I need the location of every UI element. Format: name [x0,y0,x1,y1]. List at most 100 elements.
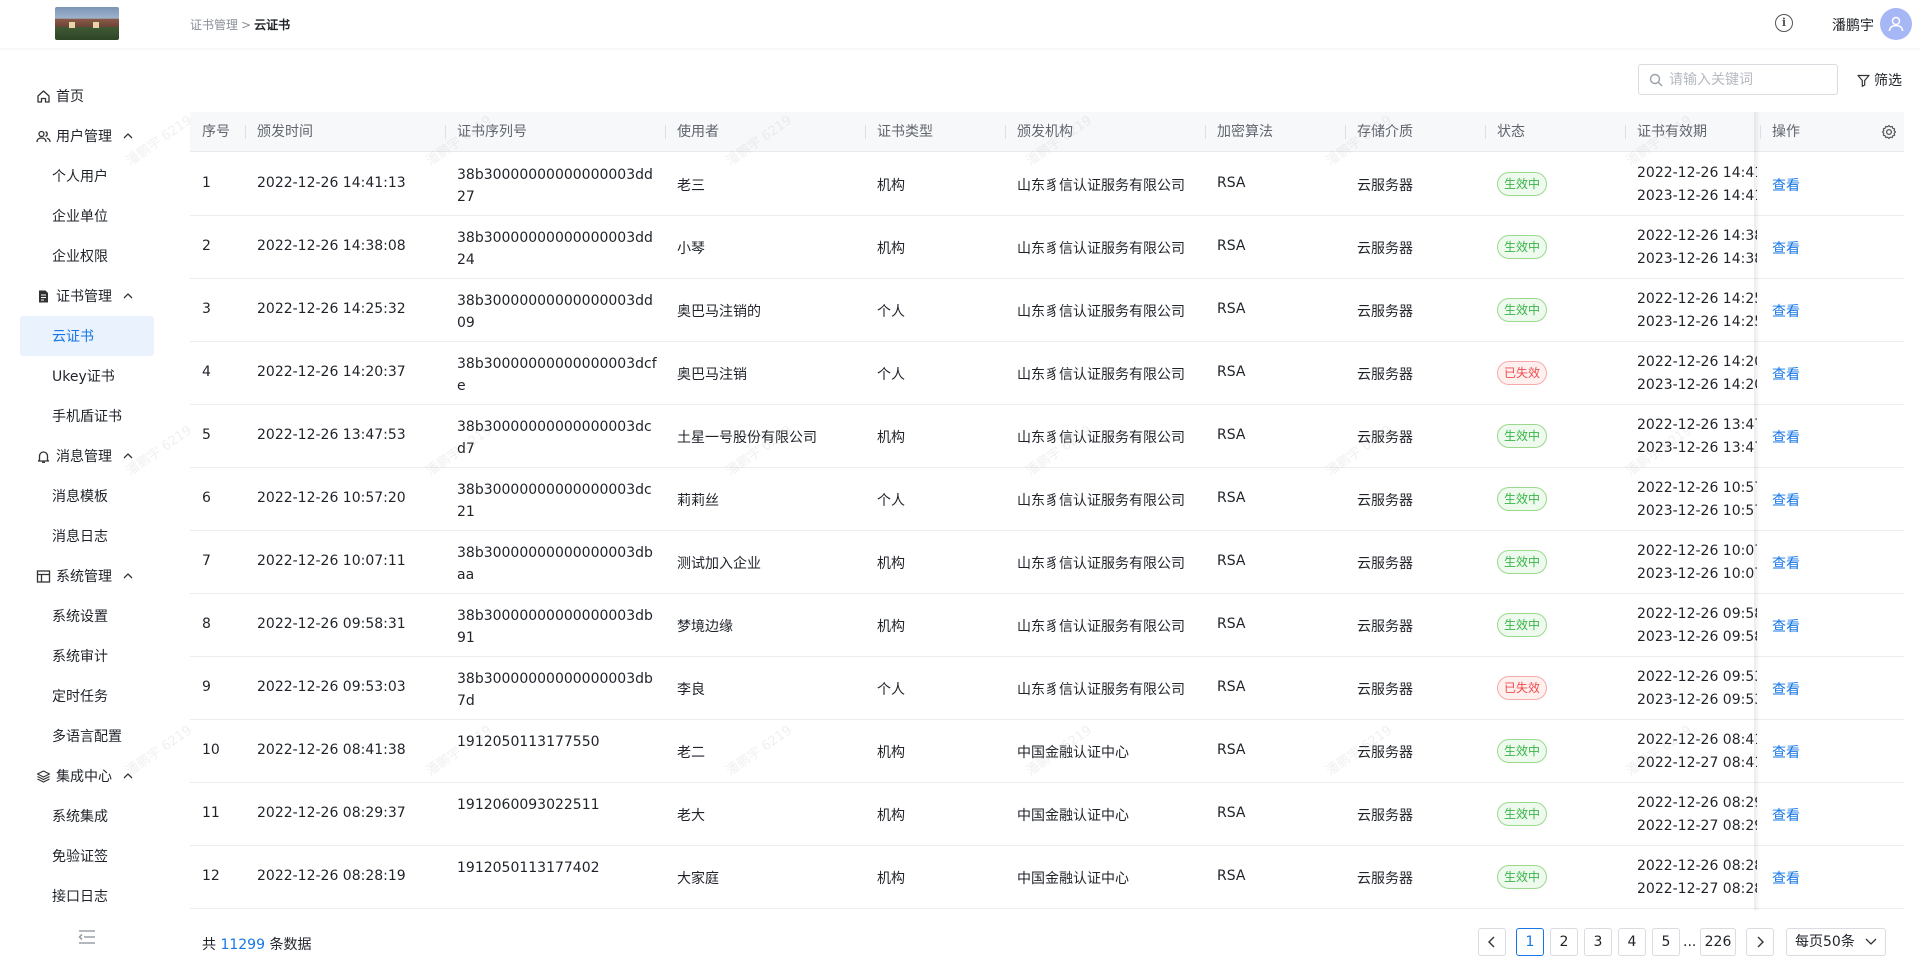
row-number: 5 [202,427,211,443]
filter-button[interactable]: 筛选 [1857,70,1902,90]
page-button-3[interactable]: 3 [1584,928,1612,956]
issuer: 山东豸信认证服务有限公司 [1017,493,1185,509]
sidebar-item-3[interactable]: 企业单位 [20,196,154,236]
sidebar-item-20[interactable]: 接口日志 [20,876,154,916]
view-link[interactable]: 查看 [1772,364,1800,384]
view-link[interactable]: 查看 [1772,553,1800,573]
sidebar-item-7[interactable]: Ukey证书 [20,356,154,396]
sidebar-item-18[interactable]: 系统集成 [20,796,154,836]
sidebar-item-label: 定时任务 [52,689,108,705]
next-page-button[interactable] [1746,928,1774,956]
chevron-left-icon [1488,936,1495,948]
page-button-4[interactable]: 4 [1618,928,1646,956]
info-icon[interactable]: i [1775,14,1793,32]
view-link[interactable]: 查看 [1772,238,1800,258]
validity-period: 2022-12-26 10:57 2023-12-26 10:57 [1637,477,1757,523]
sidebar-item-5[interactable]: 证书管理 [20,276,154,316]
sidebar-item-8[interactable]: 手机盾证书 [20,396,154,436]
chevron-up-icon[interactable] [122,290,134,302]
algorithm: RSA [1217,238,1246,254]
cert-type: 机构 [877,808,905,824]
status-badge: 生效中 [1497,865,1548,889]
view-link[interactable]: 查看 [1772,742,1800,762]
issuer: 山东豸信认证服务有限公司 [1017,556,1185,572]
page-button-2[interactable]: 2 [1550,928,1578,956]
serial-number: 1912050113177402 [457,860,600,876]
chevron-up-icon[interactable] [122,770,134,782]
page-size-select[interactable]: 每页50条 [1786,928,1886,956]
view-link[interactable]: 查看 [1772,175,1800,195]
valid-from: 2022-12-26 09:53 [1637,669,1757,685]
view-link[interactable]: 查看 [1772,868,1800,888]
sidebar-item-15[interactable]: 定时任务 [20,676,154,716]
valid-to: 2023-12-26 14:41 [1637,188,1757,204]
valid-to: 2023-12-26 14:25 [1637,314,1757,330]
view-link[interactable]: 查看 [1772,427,1800,447]
sidebar-item-16[interactable]: 多语言配置 [20,716,154,756]
serial-number: 1912050113177550 [457,734,600,750]
prev-page-button[interactable] [1478,928,1506,956]
serial-number: 38b30000000000000003dbaa [457,545,653,583]
valid-from: 2022-12-26 13:47 [1637,417,1757,433]
issuer: 中国金融认证中心 [1017,808,1129,824]
cert-user: 老二 [677,745,705,761]
valid-to: 2023-12-26 14:38 [1637,251,1757,267]
users-icon [36,129,51,144]
user-name[interactable]: 潘鹏宇 [1832,15,1874,35]
row-number: 4 [202,364,211,380]
row-number: 9 [202,679,211,695]
sidebar-item-19[interactable]: 免验证签 [20,836,154,876]
sidebar-item-12[interactable]: 系统管理 [20,556,154,596]
sidebar-item-label: 企业单位 [52,209,108,225]
table-row: 9 2022-12-26 09:53:03 38b30000000000000003… [190,657,1904,720]
view-link[interactable]: 查看 [1772,616,1800,636]
status-badge: 生效中 [1497,613,1548,637]
chevron-down-icon [1865,938,1877,945]
sidebar-item-17[interactable]: 集成中心 [20,756,154,796]
page-button-5[interactable]: 5 [1652,928,1680,956]
view-link[interactable]: 查看 [1772,490,1800,510]
valid-to: 2023-12-26 10:57 [1637,503,1757,519]
sidebar-item-2[interactable]: 个人用户 [20,156,154,196]
sidebar-item-0[interactable]: 首页 [20,76,154,116]
storage-medium: 云服务器 [1357,745,1413,761]
total-prefix: 共 [202,937,216,953]
validity-period: 2022-12-26 08:29 2022-12-27 08:29 [1637,792,1757,838]
sidebar-item-10[interactable]: 消息模板 [20,476,154,516]
cert-user: 小琴 [677,241,705,257]
storage-medium: 云服务器 [1357,871,1413,887]
collapse-sidebar-icon[interactable] [77,928,97,946]
avatar[interactable] [1880,8,1912,40]
serial-number: 38b30000000000000003dc21 [457,482,652,520]
column-header-7: 存储介质 [1345,112,1413,152]
view-link[interactable]: 查看 [1772,805,1800,825]
sidebar-item-11[interactable]: 消息日志 [20,516,154,556]
chevron-up-icon[interactable] [122,130,134,142]
search-input[interactable] [1669,71,1829,89]
logo[interactable] [55,7,119,40]
issue-time: 2022-12-26 14:20:37 [257,364,406,380]
sidebar-item-9[interactable]: 消息管理 [20,436,154,476]
gear-icon[interactable] [1881,124,1897,144]
search-box[interactable] [1638,64,1838,95]
sidebar-item-13[interactable]: 系统设置 [20,596,154,636]
breadcrumb: 证书管理 > 云证书 [190,16,290,33]
status-badge: 生效中 [1497,235,1548,259]
sidebar-item-6[interactable]: 云证书 [20,316,154,356]
chevron-up-icon[interactable] [122,450,134,462]
sidebar-item-4[interactable]: 企业权限 [20,236,154,276]
page-button-1[interactable]: 1 [1516,928,1544,956]
row-number: 2 [202,238,211,254]
column-header-2: 证书序列号 [445,112,527,152]
page-button-last[interactable]: 226 [1700,928,1736,956]
sidebar-item-1[interactable]: 用户管理 [20,116,154,156]
view-link[interactable]: 查看 [1772,679,1800,699]
issue-time: 2022-12-26 14:38:08 [257,238,406,254]
storage-medium: 云服务器 [1357,619,1413,635]
view-link[interactable]: 查看 [1772,301,1800,321]
layers-icon [36,769,51,784]
sidebar-item-14[interactable]: 系统审计 [20,636,154,676]
chevron-up-icon[interactable] [122,570,134,582]
breadcrumb-parent[interactable]: 证书管理 [190,18,238,32]
column-header-5: 颁发机构 [1005,112,1073,152]
